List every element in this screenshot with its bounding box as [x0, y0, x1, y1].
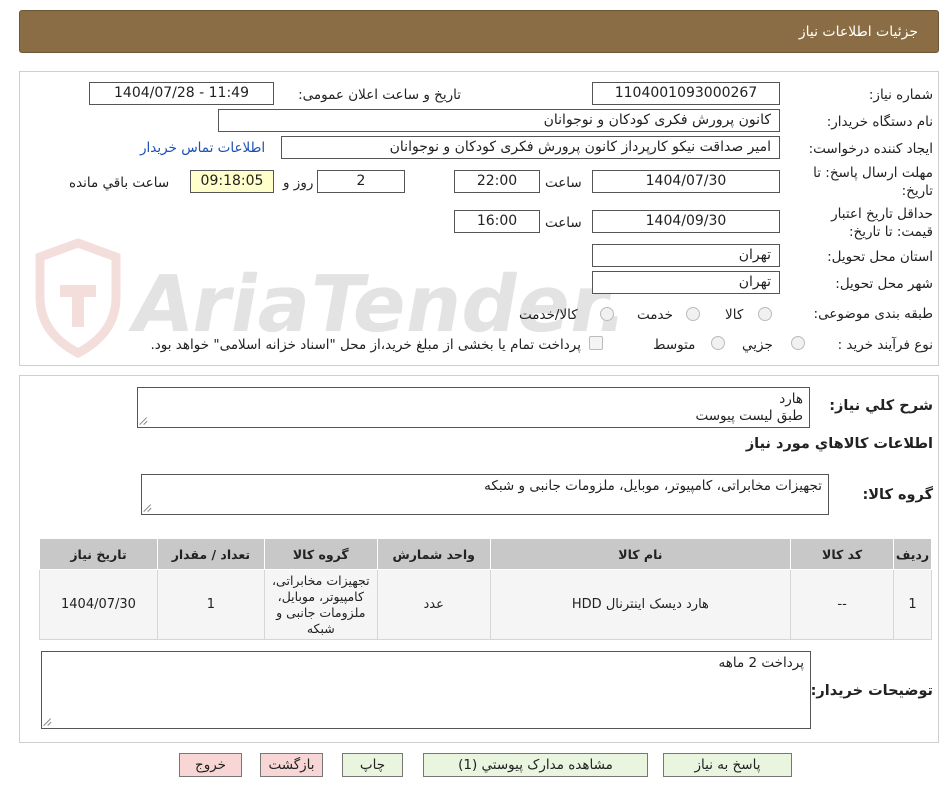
col-header-unit: واحد شمارش [376, 538, 491, 570]
page-header: جزئیات اطلاعات نیاز [19, 10, 939, 53]
col-header-quantity: تعداد / مقدار [156, 538, 265, 570]
deadline-date-field: 1404/07/30 [592, 170, 780, 193]
cell-unit: عدد [376, 569, 491, 640]
cell-goods-group: تجهیزات مخابراتی، کامپیوتر، موبایل، ملزو… [263, 569, 378, 640]
col-header-item-code: کد کالا [790, 538, 895, 570]
validity-time-field: 16:00 [454, 210, 540, 233]
creator-field: امیر صداقت نیکو کارپرداز کانون پرورش فکر… [281, 136, 780, 159]
remaining-time-label: ساعت باقي مانده [69, 175, 170, 191]
goods-group-label: گروه کالا: [862, 487, 933, 503]
announce-date-label: تاریخ و ساعت اعلان عمومی: [298, 87, 461, 103]
category-radio-service[interactable] [686, 307, 700, 321]
buyer-notes-value: پرداخت 2 ماهه [718, 655, 804, 671]
cell-item-name: هارد دیسک اینترنال HDD [489, 569, 792, 640]
process-radio-small[interactable] [791, 336, 805, 350]
city-field: تهران [592, 271, 780, 294]
treasury-payment-checkbox[interactable] [589, 336, 603, 350]
print-button[interactable]: چاپ [342, 753, 403, 777]
buyer-notes-label: توضیحات خریدار: [810, 683, 933, 699]
validity-date-field: 1404/09/30 [592, 210, 780, 233]
cell-need-date: 1404/07/30 [39, 569, 158, 640]
category-option-service: خدمت [637, 307, 673, 323]
col-header-goods-group: گروه کالا [263, 538, 378, 570]
process-type-label: نوع فرآیند خرید : [837, 337, 933, 353]
category-option-goods-service: کالا/خدمت [519, 307, 578, 323]
col-header-need-date: تاريخ نياز [39, 538, 158, 570]
table-header-row: رديف کد کالا نام کالا واحد شمارش گروه کا… [39, 538, 932, 570]
buyer-org-label: نام دستگاه خریدار: [826, 114, 933, 130]
validity-time-label: ساعت [545, 215, 582, 231]
category-radio-goods[interactable] [758, 307, 772, 321]
summary-line-1: هارد [779, 391, 803, 407]
province-field: تهران [592, 244, 780, 267]
summary-label: شرح کلي نياز: [829, 398, 933, 414]
remaining-days-field: 2 [317, 170, 405, 193]
buyer-org-field: کانون پرورش فکری کودکان و نوجوانان [218, 109, 780, 132]
resize-grip-icon[interactable] [144, 504, 152, 512]
summary-line-2: طبق لیست پیوست [695, 408, 803, 424]
col-header-item-name: نام کالا [489, 538, 792, 570]
remaining-time-field: 09:18:05 [190, 170, 274, 193]
respond-to-need-button[interactable]: پاسخ به نیاز [663, 753, 792, 777]
deadline-time-label: ساعت [545, 175, 582, 191]
buyer-contact-link[interactable]: اطلاعات تماس خریدار [140, 140, 265, 156]
goods-group-textarea[interactable]: تجهیزات مخابراتی، کامپیوتر، موبایل، ملزو… [141, 474, 829, 515]
process-option-small: جزیي [742, 337, 773, 353]
resize-grip-icon[interactable] [140, 417, 148, 425]
need-number-label: شماره نیاز: [868, 87, 933, 103]
deadline-label-line1: مهلت ارسال پاسخ: تا [813, 165, 933, 181]
category-radio-goods-service[interactable] [600, 307, 614, 321]
city-label: شهر محل تحویل: [835, 276, 933, 292]
remaining-days-label: روز و [283, 175, 314, 191]
summary-textarea[interactable]: هارد طبق لیست پیوست [137, 387, 810, 428]
goods-section-title: اطلاعات کالاهاي مورد نياز [745, 436, 933, 452]
table-row: 1 -- هارد دیسک اینترنال HDD عدد تجهیزات … [39, 569, 932, 640]
validity-label-line1: حداقل تاریخ اعتبار [831, 206, 933, 222]
goods-group-value: تجهیزات مخابراتی، کامپیوتر، موبایل، ملزو… [484, 478, 822, 494]
cell-quantity: 1 [156, 569, 265, 640]
province-label: استان محل تحویل: [827, 249, 933, 265]
deadline-time-field: 22:00 [454, 170, 540, 193]
validity-label-line2: قیمت: تا تاریخ: [849, 224, 933, 240]
cell-item-code: -- [790, 569, 895, 640]
exit-button[interactable]: خروج [179, 753, 242, 777]
col-header-row-number: رديف [893, 538, 932, 570]
resize-grip-icon[interactable] [44, 718, 52, 726]
category-label: طبقه بندی موضوعی: [813, 306, 933, 322]
need-number-field: 1104001093000267 [592, 82, 780, 105]
process-option-medium: متوسط [653, 337, 696, 353]
goods-table: رديف کد کالا نام کالا واحد شمارش گروه کا… [39, 538, 932, 640]
cell-row-number: 1 [893, 569, 932, 640]
page-title: جزئیات اطلاعات نیاز [798, 24, 918, 40]
treasury-payment-note: پرداخت تمام یا بخشی از مبلغ خرید،از محل … [150, 337, 581, 353]
creator-label: ایجاد کننده درخواست: [808, 141, 933, 157]
announce-date-field: 1404/07/28 - 11:49 [89, 82, 274, 105]
deadline-label-line2: تاریخ: [901, 183, 933, 199]
view-attachments-button[interactable]: مشاهده مدارک پیوستي (1) [423, 753, 648, 777]
buyer-notes-textarea[interactable]: پرداخت 2 ماهه [41, 651, 811, 729]
category-option-goods: کالا [725, 307, 744, 323]
back-button[interactable]: بازگشت [260, 753, 323, 777]
process-radio-medium[interactable] [711, 336, 725, 350]
